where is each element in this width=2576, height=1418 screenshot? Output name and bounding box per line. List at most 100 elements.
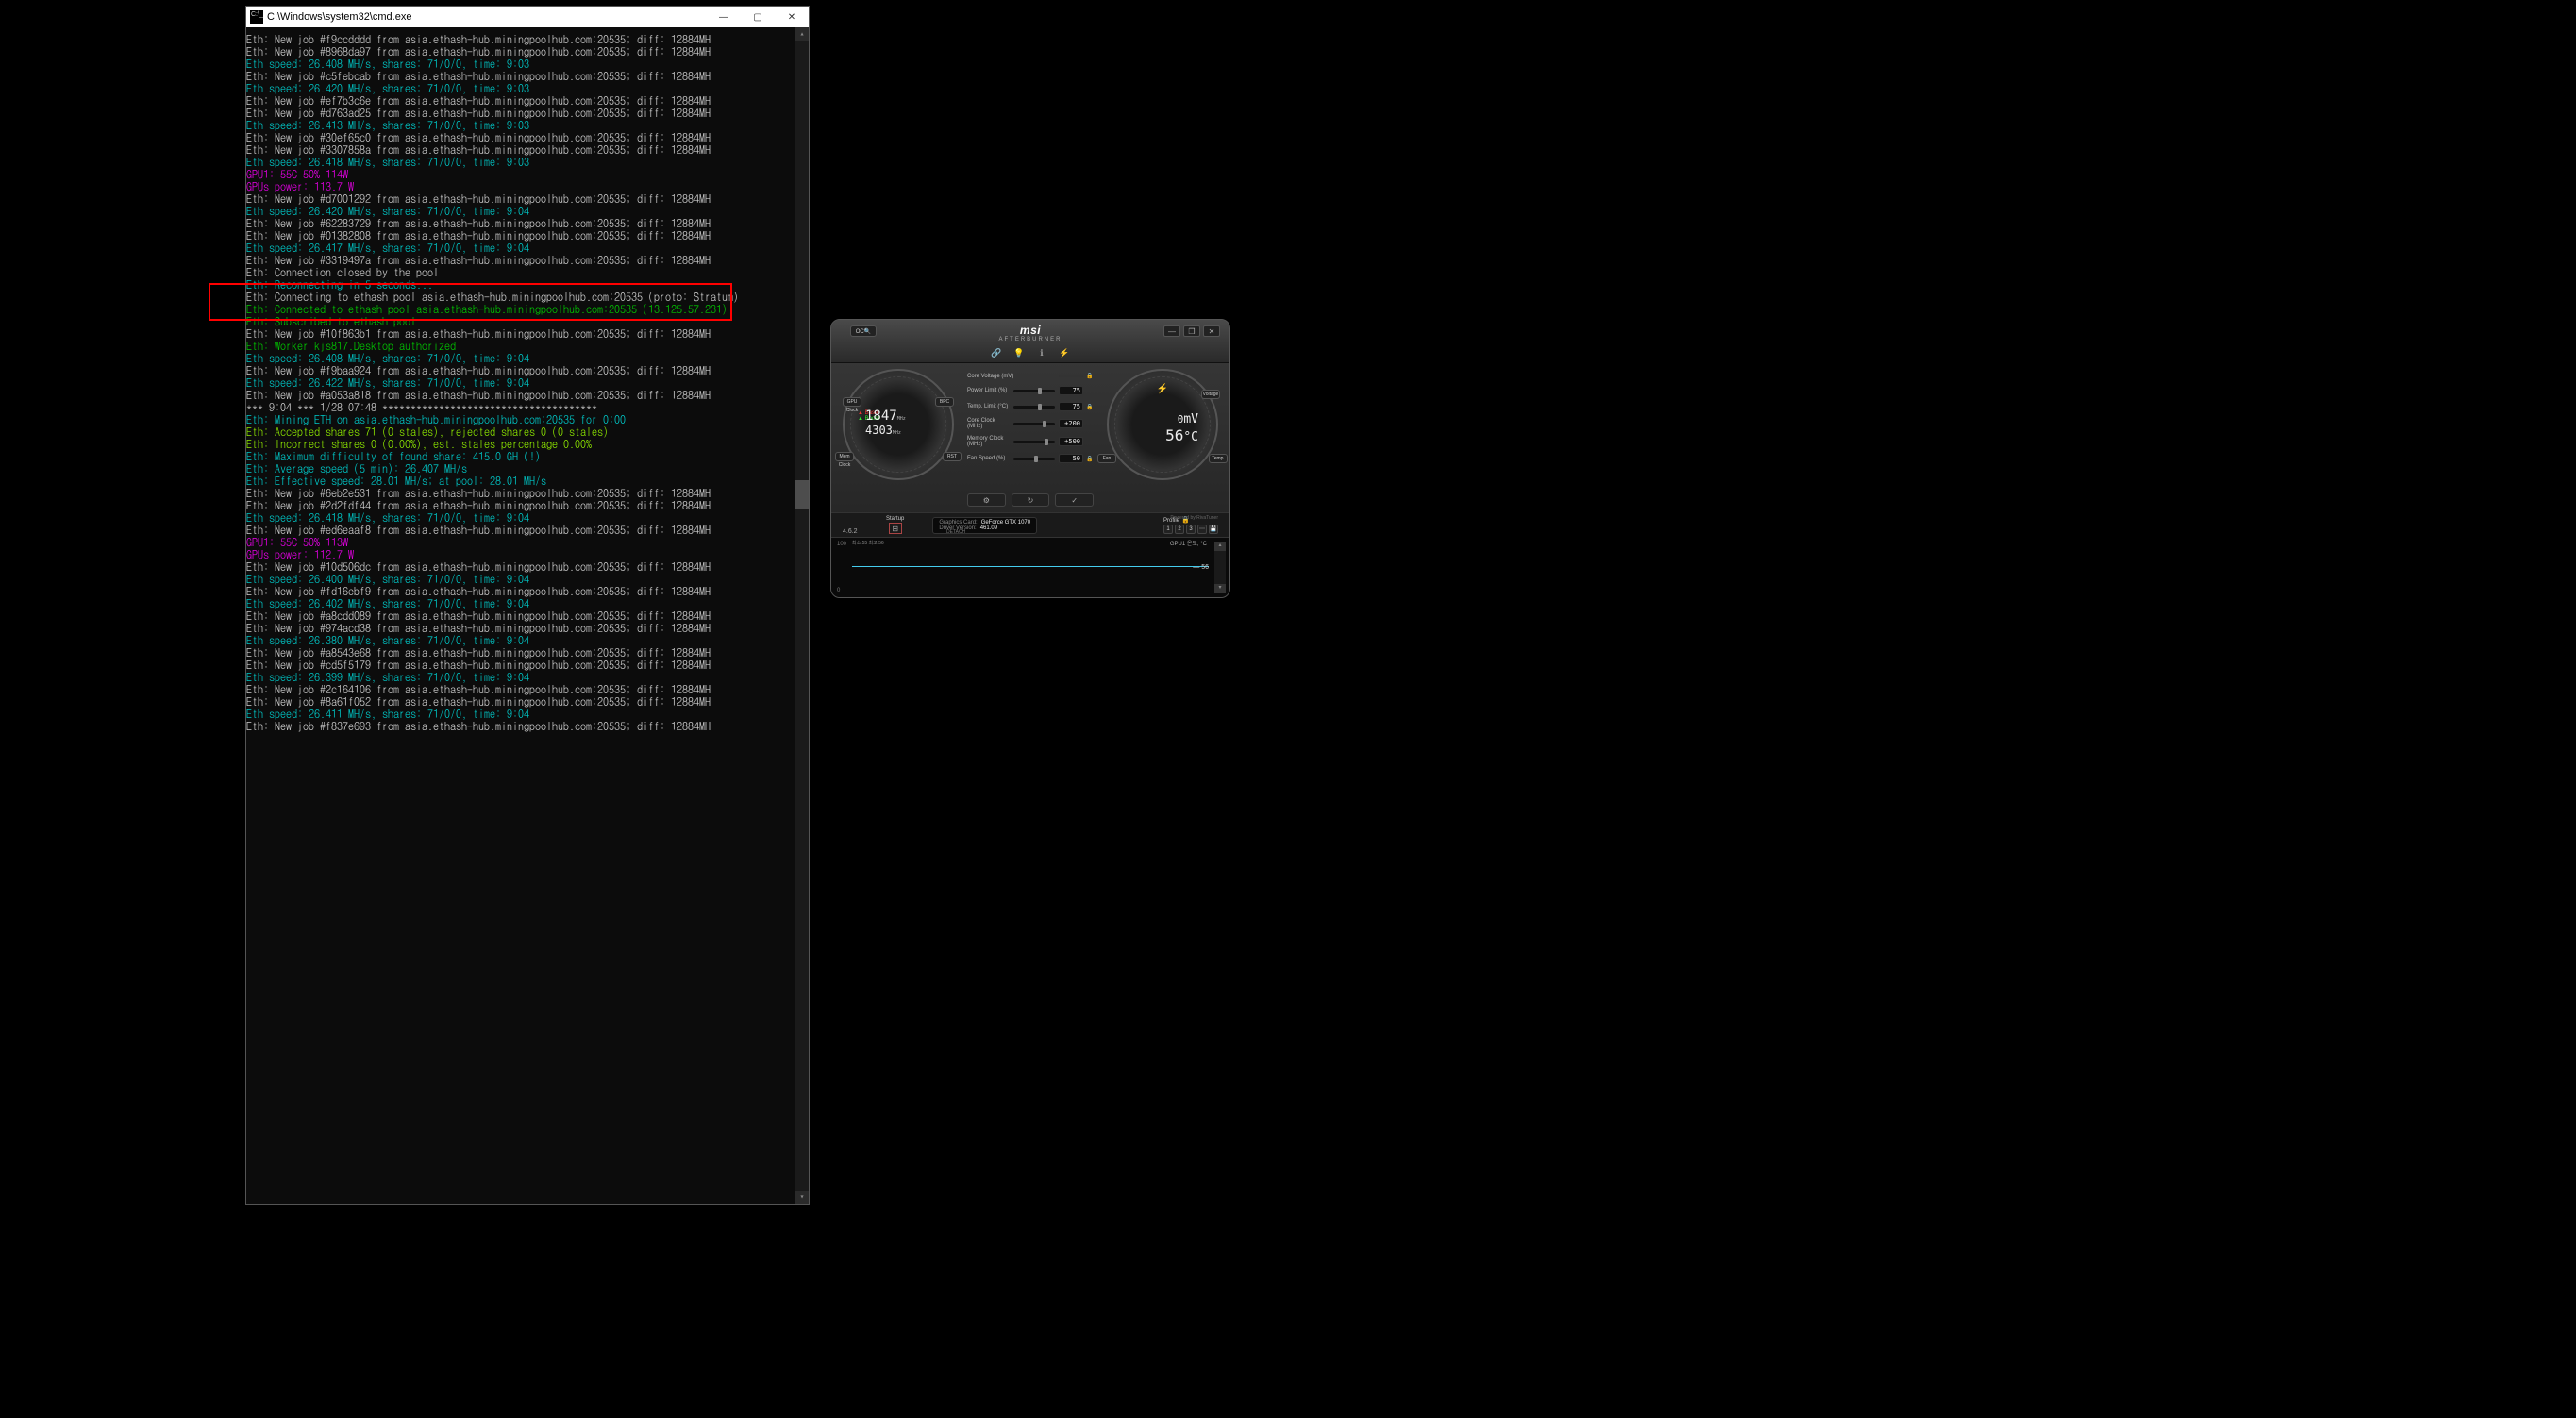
slider-thumb[interactable] [1045, 439, 1048, 445]
slider-row: Fan Speed (%) 50🔒 [967, 454, 1094, 463]
slider-track[interactable] [1013, 441, 1056, 443]
oc-scanner-button[interactable]: OC🔍 [850, 325, 877, 337]
settings-button[interactable]: ⚙ [967, 493, 1006, 507]
cmd-window: C:\Windows\system32\cmd.exe — ▢ ✕ Eth: N… [245, 6, 810, 1205]
cmd-title: C:\Windows\system32\cmd.exe [267, 11, 707, 23]
slider-row: Core Voltage (mV) 🔒 [967, 373, 1094, 379]
toolbar-icon-2[interactable]: ℹ [1035, 348, 1048, 359]
profile-button[interactable]: 💾 [1209, 525, 1218, 534]
temp-label: Temp. [1209, 454, 1228, 463]
graph-scroll-up[interactable]: ▴ [1214, 542, 1226, 551]
slider-row: Temp. Limit (°C) 75🔒 [967, 402, 1094, 411]
minimize-button[interactable]: — [707, 7, 741, 27]
graph-stats: 최소:55 최고:56 [852, 540, 884, 546]
slider-thumb[interactable] [1038, 404, 1042, 410]
lock-icon[interactable]: 🔒 [1086, 456, 1094, 462]
ab-minimize-button[interactable]: — [1163, 325, 1180, 337]
graph-current-value: — 56 [1193, 564, 1209, 571]
voltage-readout: 0mV 56°C [1132, 412, 1198, 444]
mem-clock-value: 4303 [865, 424, 893, 437]
slider-value[interactable]: +200 [1059, 419, 1083, 428]
apply-button[interactable]: ✓ [1055, 493, 1094, 507]
y-axis-bottom: 0 [837, 588, 840, 593]
mem-clock-label[interactable]: Mem Clock [835, 452, 854, 461]
bpc-button[interactable]: BPC [935, 397, 954, 407]
powered-by-label: Powered by RivaTuner [1170, 515, 1218, 521]
slider-value[interactable]: 75 [1059, 402, 1083, 411]
cmd-scrollbar[interactable]: ▴ ▾ [795, 27, 809, 1204]
toolbar-icon-1[interactable]: 💡 [1012, 348, 1026, 359]
slider-row: Memory Clock (MHz) +500 [967, 436, 1094, 447]
slider-thumb[interactable] [1034, 456, 1038, 462]
voltage-temp-gauge: ⚡ Voltage Fan Temp. 0mV 56°C [1107, 369, 1218, 480]
slider-thumb[interactable] [1043, 421, 1046, 427]
clock-readout: 1847MHz 4303MHz [865, 409, 906, 438]
slider-panel: Core Voltage (mV)🔒Power Limit (%)75Temp.… [967, 373, 1094, 470]
reset-button[interactable]: ↻ [1012, 493, 1050, 507]
ab-main-panel: GPU Clock BPC Mem Clock RST ▲ Base ▲ Boo… [831, 363, 1229, 512]
slider-label: Temp. Limit (°C) [967, 404, 1010, 409]
graph-line [852, 566, 1209, 567]
detach-button[interactable]: DETACH [946, 529, 965, 535]
slider-value[interactable]: 50 [1059, 454, 1083, 463]
afterburner-window: OC🔍 msi AFTERBURNER — ❐ ✕ 🔗 💡 ℹ ⚡ GPU Clock… [830, 319, 1230, 598]
gpu-clock-label[interactable]: GPU Clock [843, 397, 861, 407]
rst-button[interactable]: RST [943, 452, 962, 461]
slider-label: Fan Speed (%) [967, 456, 1010, 461]
profile-button[interactable]: ⋯ [1197, 525, 1207, 534]
console-line: Eth: New job #f837e693 from asia.ethash-… [246, 720, 809, 732]
scroll-down-button[interactable]: ▾ [795, 1191, 809, 1204]
ab-header: OC🔍 msi AFTERBURNER — ❐ ✕ 🔗 💡 ℹ ⚡ [831, 320, 1229, 363]
profile-button[interactable]: 2 [1175, 525, 1184, 534]
slider-label: Memory Clock (MHz) [967, 436, 1010, 447]
voltage-label: Voltage [1201, 390, 1220, 399]
close-button[interactable]: ✕ [775, 7, 809, 27]
slider-row: Power Limit (%) 75 [967, 386, 1094, 395]
cmd-icon [250, 10, 263, 24]
driver-version: 461.09 [980, 525, 997, 531]
slider-row: Core Clock (MHz) +200 [967, 418, 1094, 429]
cmd-output[interactable]: Eth: New job #f9ccdddd from asia.ethash-… [246, 27, 809, 1204]
lock-icon[interactable]: 🔒 [1086, 373, 1094, 379]
control-buttons: ⚙ ↻ ✓ [967, 493, 1094, 507]
y-axis-top: 100 [837, 542, 846, 547]
fan-label: Fan [1097, 454, 1116, 463]
toolbar-icon-0[interactable]: 🔗 [990, 348, 1003, 359]
maximize-button[interactable]: ▢ [741, 7, 775, 27]
slider-label: Core Voltage (mV) [967, 374, 1059, 379]
scroll-thumb[interactable] [795, 480, 809, 509]
ab-close-button[interactable]: ✕ [1203, 325, 1220, 337]
toolbar-icon-3[interactable]: ⚡ [1058, 348, 1071, 359]
ab-info-bar: 4.6.2 Startup ⊞ DETACH Graphics Card:GeF… [831, 512, 1229, 537]
slider-label: Core Clock (MHz) [967, 418, 1010, 429]
temperature-value: 56 [1165, 426, 1183, 444]
slider-track[interactable] [1013, 423, 1056, 425]
slider-track[interactable] [1013, 390, 1056, 392]
slider-value[interactable]: 75 [1059, 386, 1083, 395]
clock-gauge: GPU Clock BPC Mem Clock RST ▲ Base ▲ Boo… [843, 369, 954, 480]
slider-track[interactable] [1013, 406, 1056, 409]
msi-brand: msi [998, 324, 1062, 337]
graph-title: GPU1 온도, °C [1170, 539, 1207, 547]
slider-value[interactable]: +500 [1059, 437, 1083, 446]
graph-scroll-down[interactable]: ▾ [1214, 584, 1226, 593]
profile-button[interactable]: 1 [1163, 525, 1173, 534]
bolt-icon: ⚡ [1157, 384, 1168, 394]
ab-logo: msi AFTERBURNER [998, 324, 1062, 342]
lock-icon[interactable]: 🔒 [1086, 404, 1094, 410]
version-label: 4.6.2 [843, 528, 858, 535]
profile-button[interactable]: 3 [1186, 525, 1196, 534]
slider-value[interactable] [1059, 375, 1083, 377]
startup-toggle[interactable]: Startup ⊞ [886, 516, 904, 534]
afterburner-label: AFTERBURNER [998, 337, 1062, 342]
graph-scrollbar[interactable]: ▴ ▾ [1214, 542, 1226, 593]
core-clock-value: 1847 [865, 409, 897, 424]
cmd-titlebar[interactable]: C:\Windows\system32\cmd.exe — ▢ ✕ [246, 7, 809, 27]
slider-track[interactable] [1013, 458, 1056, 460]
scroll-up-button[interactable]: ▴ [795, 27, 809, 41]
slider-thumb[interactable] [1038, 388, 1042, 394]
slider-label: Power Limit (%) [967, 388, 1010, 393]
windows-icon[interactable]: ⊞ [889, 523, 902, 534]
ab-maximize-button[interactable]: ❐ [1183, 325, 1200, 337]
monitoring-graph[interactable]: 100 0 최소:55 최고:56 GPU1 온도, °C — 56 ▴ ▾ [831, 537, 1229, 597]
